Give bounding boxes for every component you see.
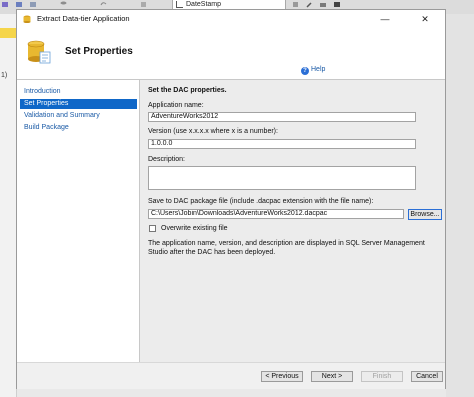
- dialog-titlebar[interactable]: Extract Data-tier Application — ✕: [17, 10, 445, 28]
- finish-button[interactable]: Finish: [361, 371, 403, 382]
- open-file-icon[interactable]: [2, 1, 9, 8]
- toolbox-icon[interactable]: [320, 1, 327, 8]
- help-link[interactable]: ? Help: [301, 66, 325, 75]
- wizard-footer: < Previous Next > Finish Cancel: [17, 362, 445, 389]
- page-title: Set Properties: [65, 46, 133, 57]
- nav-item-build-package[interactable]: Build Package: [20, 123, 137, 133]
- version-input[interactable]: 1.0.0.0: [148, 139, 416, 149]
- app-name-label: Application name:: [148, 102, 204, 109]
- wrench-icon[interactable]: [306, 1, 313, 8]
- help-icon: ?: [301, 67, 309, 75]
- object-explorer-strip: 1): [0, 14, 17, 397]
- overwrite-checkbox[interactable]: [149, 225, 156, 232]
- help-label: Help: [311, 66, 326, 73]
- minimize-button[interactable]: —: [365, 10, 405, 28]
- description-label: Description:: [148, 156, 185, 163]
- save-path-label: Save to DAC package file (include .dacpa…: [148, 198, 374, 205]
- database-icon[interactable]: [60, 1, 67, 8]
- app-name-input[interactable]: AdventureWorks2012: [148, 112, 416, 122]
- cancel-button[interactable]: Cancel: [411, 371, 443, 382]
- background-right-area: [446, 14, 474, 397]
- undo-icon[interactable]: [100, 1, 107, 8]
- nav-item-introduction[interactable]: Introduction: [20, 87, 137, 97]
- close-button[interactable]: ✕: [405, 10, 445, 28]
- version-label: Version (use x.x.x.x where x is a number…: [148, 128, 278, 135]
- properties-icon[interactable]: [292, 1, 299, 8]
- search-box-text: DateStamp: [186, 1, 222, 8]
- application-icon: [23, 15, 31, 23]
- wizard-nav: Introduction Set Properties Validation a…: [17, 80, 140, 383]
- window-icon[interactable]: [334, 1, 341, 8]
- object-explorer-tab[interactable]: [0, 28, 16, 38]
- nav-item-validation-summary[interactable]: Validation and Summary: [20, 111, 137, 121]
- section-heading: Set the DAC properties.: [148, 87, 227, 94]
- check-icon: [176, 1, 183, 8]
- query-icon[interactable]: [30, 1, 37, 8]
- info-text: The application name, version, and descr…: [148, 240, 425, 256]
- copy-icon[interactable]: [140, 1, 147, 8]
- save-path-input[interactable]: C:\Users\Jobin\Downloads\AdventureWorks2…: [148, 209, 404, 219]
- object-explorer-marker: 1): [1, 72, 8, 79]
- browse-button[interactable]: Browse...: [408, 209, 442, 220]
- wizard-header: Set Properties: [17, 28, 445, 80]
- database-wizard-icon: [27, 40, 51, 64]
- overwrite-label[interactable]: Overwrite existing file: [161, 225, 228, 232]
- previous-button[interactable]: < Previous: [261, 371, 303, 382]
- save-icon[interactable]: [16, 1, 23, 8]
- extract-dac-dialog: Extract Data-tier Application — ✕ Set Pr…: [16, 9, 446, 389]
- description-input[interactable]: [148, 166, 416, 190]
- dialog-title: Extract Data-tier Application: [37, 14, 130, 23]
- nav-item-set-properties[interactable]: Set Properties: [20, 99, 137, 109]
- next-button[interactable]: Next >: [311, 371, 353, 382]
